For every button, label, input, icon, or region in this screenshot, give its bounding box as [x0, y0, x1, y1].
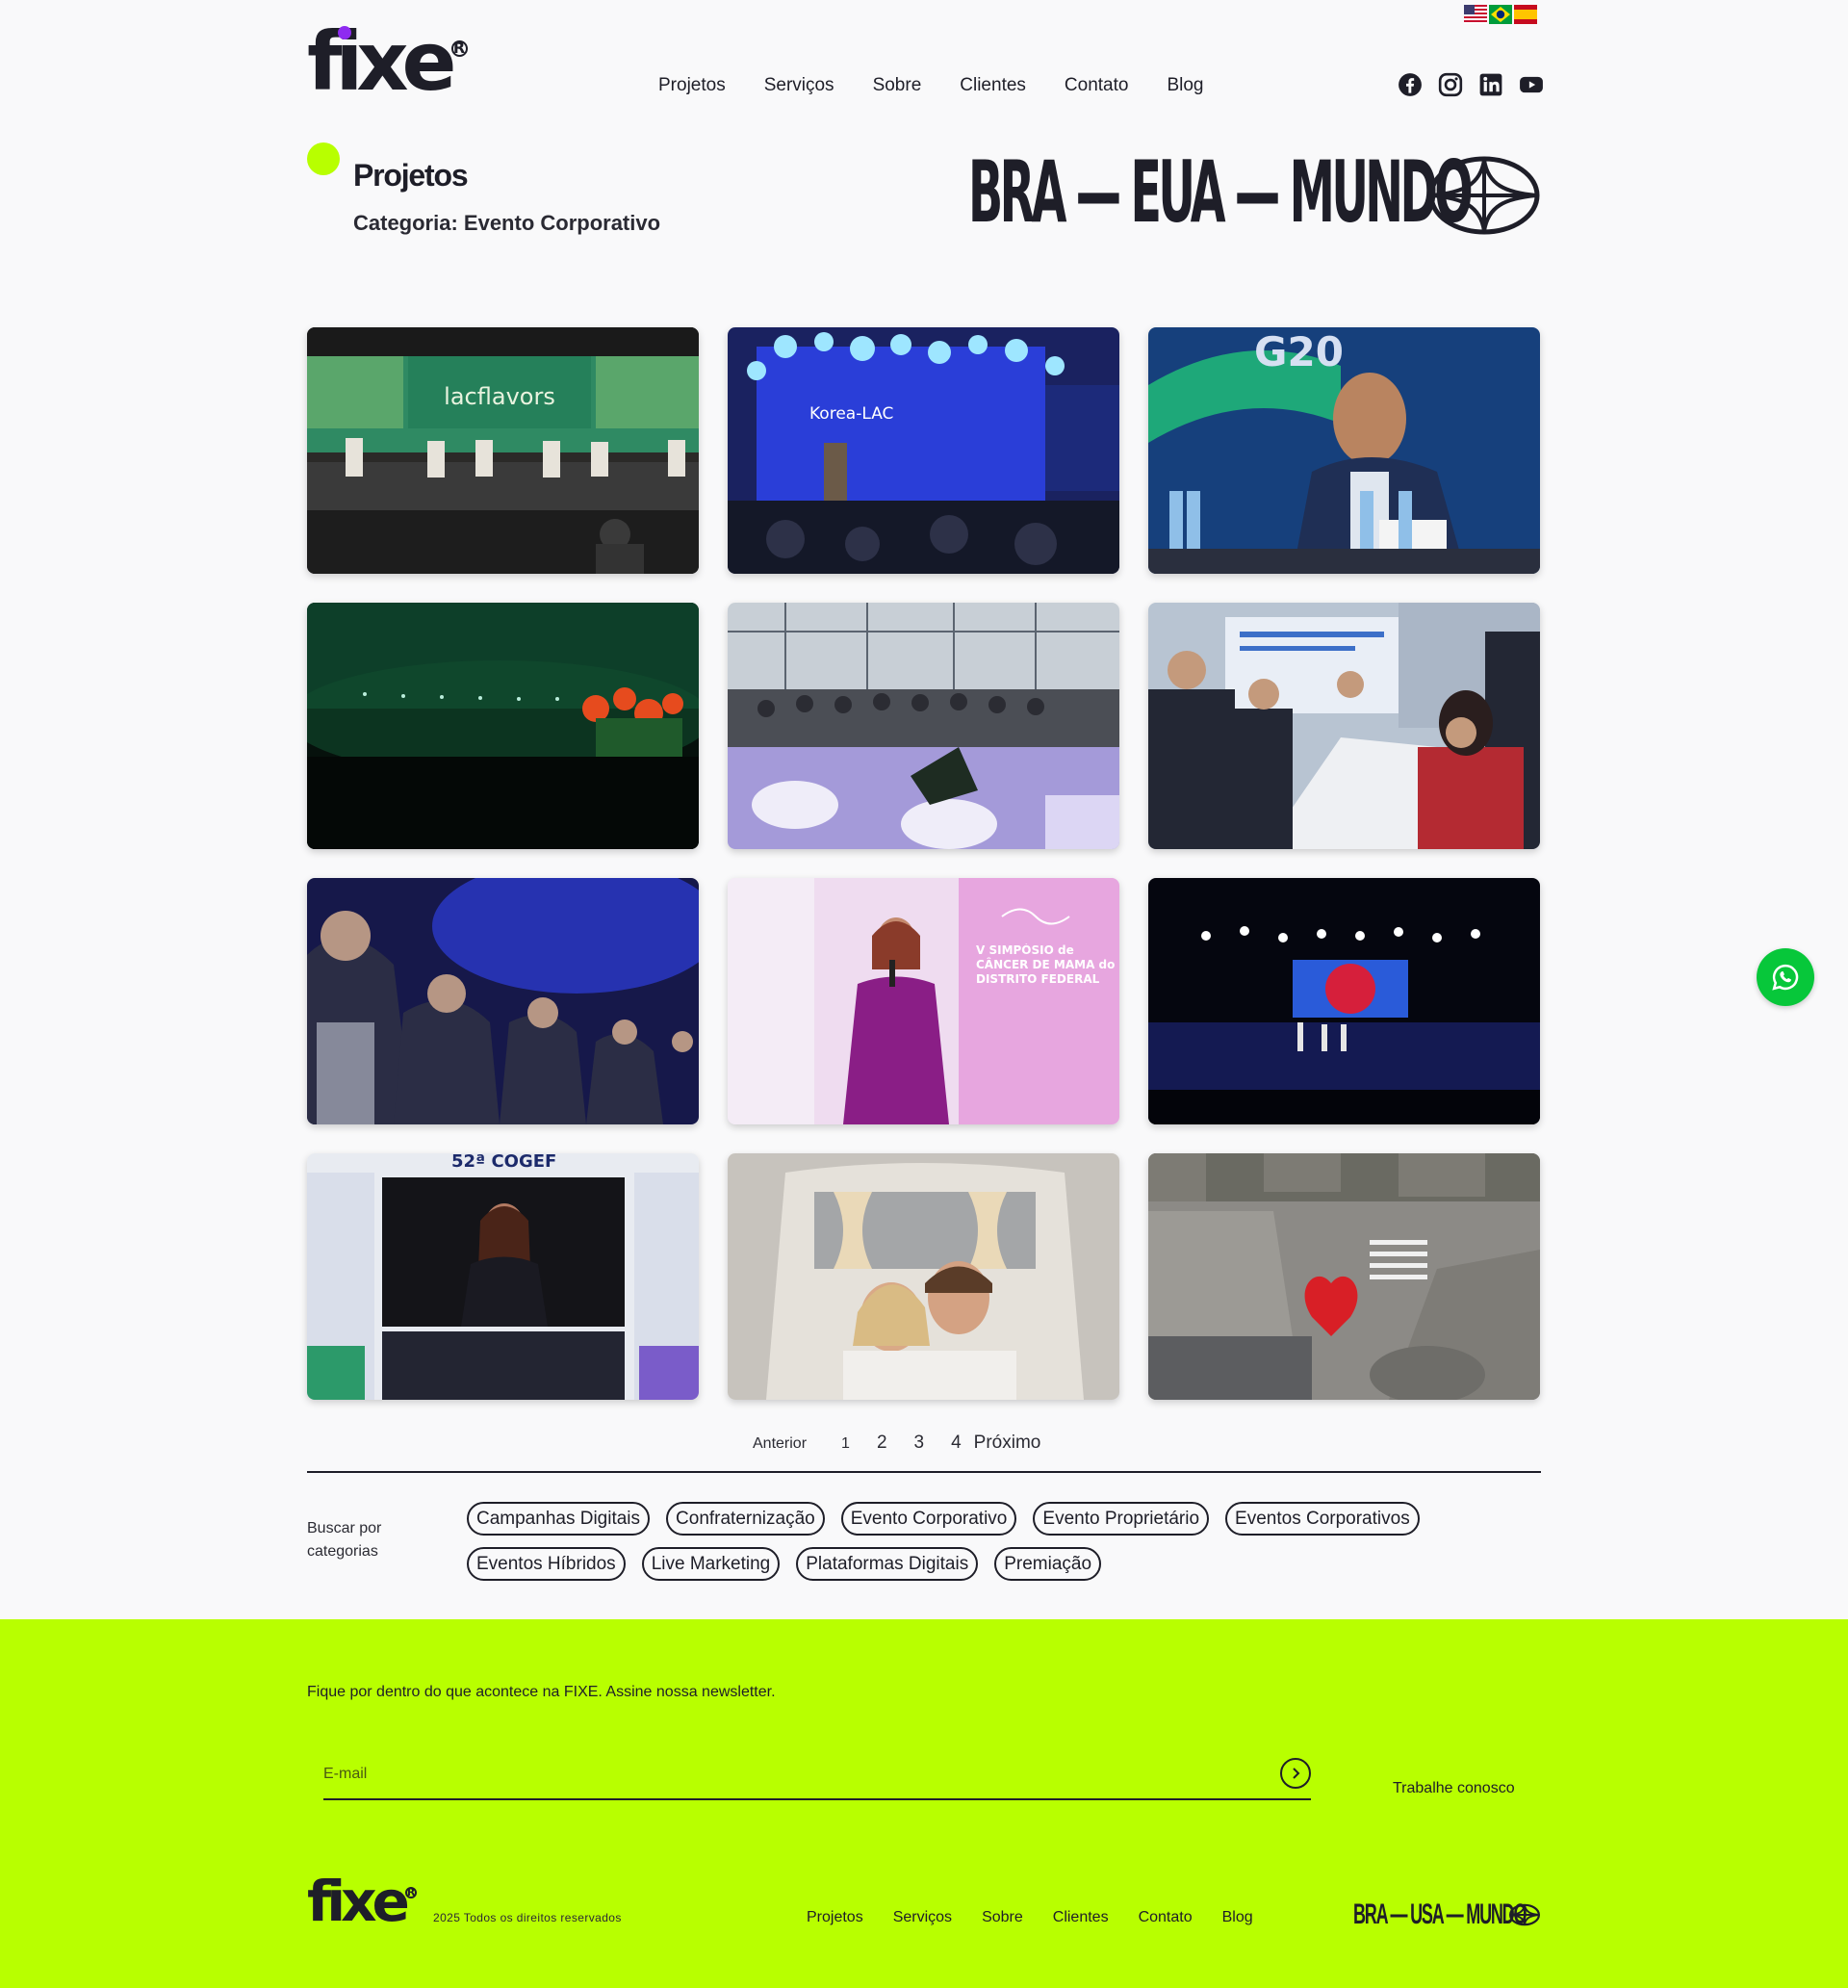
- banner-text: lacflavors: [444, 383, 555, 410]
- g20-text: G20: [1254, 328, 1344, 375]
- accent-dot: [307, 142, 340, 175]
- footer-globe-icon: [1509, 1903, 1540, 1926]
- whatsapp-button[interactable]: [1757, 948, 1814, 1006]
- cogef-bid-screen-photo: 52ª COGEF: [307, 1153, 699, 1400]
- page-title: Projetos: [353, 158, 469, 193]
- footer-nav: Projetos Serviços Sobre Clientes Contato…: [807, 1909, 1253, 1926]
- spain-flag-icon[interactable]: [1514, 5, 1537, 24]
- project-card[interactable]: Korea-LAC: [728, 327, 1119, 574]
- whatsapp-icon: [1772, 964, 1799, 991]
- korea-lac-stage-photo: Korea-LAC: [728, 327, 1119, 574]
- footer-nav-projetos[interactable]: Projetos: [807, 1909, 863, 1926]
- project-card[interactable]: [307, 878, 699, 1124]
- category-chip[interactable]: Evento Corporativo: [840, 1502, 1017, 1536]
- audience-blue-light-photo: [307, 878, 699, 1124]
- project-card[interactable]: [728, 1153, 1119, 1400]
- us-flag-icon[interactable]: [1464, 5, 1487, 24]
- language-switcher: [1464, 5, 1537, 24]
- cogef-text: 52ª COGEF: [451, 1153, 556, 1172]
- meeting-table-photo: [1148, 603, 1540, 849]
- g20-speaker-photo: G20: [1148, 327, 1540, 574]
- nav-contato[interactable]: Contato: [1065, 75, 1129, 96]
- logo-text: fixe: [307, 14, 456, 109]
- footer-nav-sobre[interactable]: Sobre: [982, 1909, 1023, 1926]
- nav-projetos[interactable]: Projetos: [658, 75, 726, 96]
- registered-mark-icon: R: [450, 40, 468, 57]
- category-subtitle: Categoria: Evento Corporativo: [353, 211, 661, 235]
- newsletter-form: [323, 1746, 1311, 1800]
- footer-nav-contato[interactable]: Contato: [1139, 1909, 1193, 1926]
- category-chip[interactable]: Eventos Corporativos: [1225, 1502, 1420, 1536]
- category-chip[interactable]: Eventos Híbridos: [467, 1547, 626, 1581]
- project-card[interactable]: [307, 603, 699, 849]
- chevron-right-icon: [1293, 1768, 1300, 1779]
- newsletter-text: Fique por dentro do que acontece na FIXE…: [307, 1684, 776, 1700]
- project-card[interactable]: G20: [1148, 327, 1540, 574]
- category-chip[interactable]: Evento Proprietário: [1033, 1502, 1210, 1536]
- nav-clientes[interactable]: Clientes: [960, 75, 1026, 96]
- careers-link[interactable]: Trabalhe conosco: [1393, 1780, 1515, 1797]
- pagination: Anterior 1 2 3 4 Próximo: [753, 1433, 1040, 1454]
- green-lit-auditorium-photo: [307, 603, 699, 849]
- pagination-page-3[interactable]: 3: [914, 1433, 925, 1454]
- globe-icon: [1428, 156, 1540, 235]
- nav-servicos[interactable]: Serviços: [764, 75, 834, 96]
- category-chip[interactable]: Plataformas Digitais: [796, 1547, 979, 1581]
- footer-tagline: BRA — USA — MUNDO: [1353, 1898, 1527, 1930]
- roundtable-lounge-photo: [728, 603, 1119, 849]
- instagram-icon[interactable]: [1438, 72, 1463, 97]
- project-card[interactable]: V SIMPÓSIO de CÂNCER DE MAMA do DISTRITO…: [728, 878, 1119, 1124]
- footer-logo-text: fixe: [307, 1869, 410, 1934]
- symposium-text: V SIMPÓSIO de CÂNCER DE MAMA do DISTRITO…: [976, 943, 1116, 986]
- copyright: 2025 Todos os direitos reservados: [433, 1911, 622, 1924]
- couple-in-van-photo: [728, 1153, 1119, 1400]
- projects-grid: lacflavors Korea-LAC G20 V SIMPÓSIO de C…: [307, 327, 1541, 1400]
- category-chip[interactable]: Premiação: [994, 1547, 1102, 1581]
- site-logo[interactable]: fixe R: [307, 21, 468, 102]
- project-card[interactable]: lacflavors: [307, 327, 699, 574]
- pagination-page-1[interactable]: 1: [841, 1435, 850, 1453]
- brazil-flag-icon[interactable]: [1489, 5, 1512, 24]
- categories-label: Buscar por categorias: [307, 1520, 382, 1560]
- pagination-page-2[interactable]: 2: [877, 1433, 887, 1454]
- dark-stage-screen-photo: [1148, 878, 1540, 1124]
- registered-mark-icon: R: [404, 1886, 417, 1898]
- project-card[interactable]: [1148, 878, 1540, 1124]
- main-nav: Projetos Serviços Sobre Clientes Contato…: [658, 75, 1204, 96]
- pagination-next[interactable]: Próximo: [974, 1433, 1041, 1454]
- simposio-speaker-photo: V SIMPÓSIO de CÂNCER DE MAMA do DISTRITO…: [728, 878, 1119, 1124]
- linkedin-icon[interactable]: [1478, 72, 1503, 97]
- footer: [0, 1619, 1848, 1988]
- category-chip[interactable]: Confraternização: [666, 1502, 825, 1536]
- tagline: BRA — EUA — MUNDO: [968, 142, 1474, 242]
- social-links: [1398, 72, 1544, 97]
- street-heart-sculpture-photo: [1148, 1153, 1540, 1400]
- nav-blog[interactable]: Blog: [1167, 75, 1203, 96]
- project-card[interactable]: [1148, 603, 1540, 849]
- category-chip[interactable]: Live Marketing: [641, 1547, 781, 1581]
- email-input[interactable]: [323, 1760, 1247, 1789]
- project-card[interactable]: [728, 603, 1119, 849]
- footer-logo[interactable]: fixe R: [307, 1873, 417, 1929]
- lacflavors-panel-photo: lacflavors: [307, 327, 699, 574]
- category-chips: Campanhas Digitais Confraternização Even…: [467, 1502, 1468, 1581]
- nav-sobre[interactable]: Sobre: [873, 75, 922, 96]
- footer-nav-blog[interactable]: Blog: [1222, 1909, 1253, 1926]
- newsletter-submit-button[interactable]: [1280, 1758, 1311, 1789]
- logo-dot-icon: [338, 26, 351, 39]
- divider: [307, 1471, 1541, 1473]
- pagination-page-4[interactable]: 4: [951, 1433, 962, 1454]
- youtube-icon[interactable]: [1519, 72, 1544, 97]
- project-card[interactable]: [1148, 1153, 1540, 1400]
- stage-text: Korea-LAC: [809, 404, 893, 424]
- facebook-icon[interactable]: [1398, 72, 1423, 97]
- project-card[interactable]: 52ª COGEF: [307, 1153, 699, 1400]
- footer-nav-clientes[interactable]: Clientes: [1053, 1909, 1109, 1926]
- category-chip[interactable]: Campanhas Digitais: [467, 1502, 651, 1536]
- footer-nav-servicos[interactable]: Serviços: [893, 1909, 952, 1926]
- pagination-prev[interactable]: Anterior: [753, 1435, 807, 1453]
